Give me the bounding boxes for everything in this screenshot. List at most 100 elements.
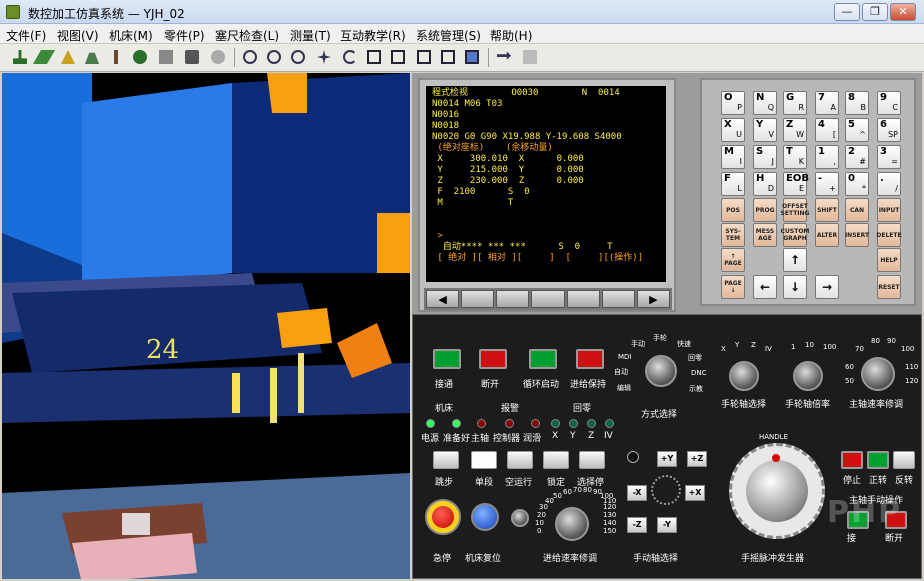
softkey-3[interactable] <box>531 290 565 308</box>
mdi-key-1[interactable]: 1, <box>815 145 839 169</box>
mdi-function-key[interactable]: CAN <box>845 198 869 222</box>
toolbar-gear-icon[interactable] <box>208 47 228 67</box>
spindle-ccw-button[interactable] <box>893 451 915 469</box>
mdi-key--[interactable]: - + <box>815 172 839 196</box>
mdi-key-9[interactable]: 9C <box>877 91 901 115</box>
mdi-key-z[interactable]: ZW <box>783 118 807 142</box>
spindle-stop-button[interactable] <box>841 451 863 469</box>
mdi-function-key[interactable]: INSERT <box>845 223 869 247</box>
jog-plus-x-button[interactable]: +X <box>685 485 705 501</box>
handwheel-rate-knob[interactable] <box>793 361 823 391</box>
jog-minus-x-button[interactable]: -X <box>627 485 647 501</box>
menu-measure[interactable]: 测量(T) <box>290 27 331 44</box>
menu-help[interactable]: 帮助(H) <box>490 27 532 44</box>
mdi-function-key[interactable]: ALTER <box>815 223 839 247</box>
mdi-key-3[interactable]: 3 = <box>877 145 901 169</box>
mdi-function-key[interactable]: CUSTOM GRAPH <box>781 223 809 247</box>
handwheel-dial[interactable] <box>729 443 825 539</box>
page-up-key[interactable]: ↑ PAGE <box>721 248 745 272</box>
toolbar-machine-icon[interactable] <box>156 47 176 67</box>
mdi-key-h[interactable]: HD <box>753 172 777 196</box>
toolbar-switch-icon[interactable] <box>494 47 514 67</box>
mdi-key-0[interactable]: 0 * <box>845 172 869 196</box>
toolbar-zoom-window-icon[interactable] <box>240 47 260 67</box>
spindle-rate-knob[interactable] <box>861 357 895 391</box>
maximize-button[interactable]: ❐ <box>862 3 888 21</box>
mdi-key-eob[interactable]: EOB E <box>783 172 809 196</box>
3d-viewport[interactable]: 24 <box>2 73 410 579</box>
mdi-key-g[interactable]: GR <box>783 91 807 115</box>
menu-system[interactable]: 系统管理(S) <box>416 27 481 44</box>
mdi-key-5[interactable]: 5 ^ <box>845 118 869 142</box>
jog-plus-z-button[interactable]: +Z <box>687 451 707 467</box>
feed-rate-knob[interactable] <box>555 507 589 541</box>
toolbar-target-icon[interactable] <box>130 47 150 67</box>
cursor-right-key[interactable]: → <box>815 275 839 299</box>
power-off-button[interactable] <box>479 349 507 369</box>
cursor-up-key[interactable]: ↑ <box>783 248 807 272</box>
softkey-1[interactable] <box>461 290 495 308</box>
mdi-function-key[interactable]: DELETE <box>876 223 902 247</box>
jog-minus-z-button[interactable]: -Z <box>627 517 647 533</box>
menu-part[interactable]: 零件(P) <box>164 27 205 44</box>
spindle-cw-button[interactable] <box>867 451 889 469</box>
toolbar-tool-icon[interactable] <box>106 47 126 67</box>
mode-select-knob[interactable] <box>645 355 677 387</box>
toolbar-stock-icon[interactable] <box>58 47 78 67</box>
softkey-4[interactable] <box>566 290 600 308</box>
toolbar-pan-icon[interactable] <box>314 47 334 67</box>
menu-view[interactable]: 视图(V) <box>57 27 99 44</box>
mdi-key-m[interactable]: MI <box>721 145 745 169</box>
toolbar-view-iso-icon[interactable] <box>364 47 384 67</box>
page-down-key[interactable]: PAGE ↓ <box>721 275 745 299</box>
mdi-key-f[interactable]: FL <box>721 172 745 196</box>
toolbar-select-icon[interactable] <box>10 47 30 67</box>
menu-feeler[interactable]: 塞尺检查(L) <box>215 27 279 44</box>
mdi-key-2[interactable]: 2 # <box>845 145 869 169</box>
jog-minus-y-button[interactable]: -Y <box>657 517 677 533</box>
mdi-function-key[interactable]: SHIFT <box>815 198 839 222</box>
jog-plus-y-button[interactable]: +Y <box>657 451 677 467</box>
mdi-key-.[interactable]: . / <box>877 172 901 196</box>
mdi-key-t[interactable]: TK <box>783 145 807 169</box>
toolbar-panel-icon[interactable] <box>462 47 482 67</box>
mdi-key-x[interactable]: XU <box>721 118 745 142</box>
menu-file[interactable]: 文件(F) <box>6 27 46 44</box>
reset-key[interactable]: RESET <box>877 275 901 299</box>
cursor-left-key[interactable]: ← <box>753 275 777 299</box>
mdi-function-key[interactable]: INPUT <box>877 198 901 222</box>
handwheel-axis-knob[interactable] <box>729 361 759 391</box>
mdi-key-8[interactable]: 8B <box>845 91 869 115</box>
menu-machine[interactable]: 机床(M) <box>109 27 153 44</box>
toolbar-fixture-icon[interactable] <box>82 47 102 67</box>
feed-hold-button[interactable] <box>576 349 604 369</box>
skip-button[interactable] <box>433 451 459 469</box>
help-key[interactable]: HELP <box>877 248 901 272</box>
toolbar-zoom-in-icon[interactable] <box>264 47 284 67</box>
toolbar-view-front-icon[interactable] <box>388 47 408 67</box>
toolbar-zoom-out-icon[interactable] <box>288 47 308 67</box>
single-block-button[interactable] <box>471 451 497 469</box>
toolbar-view-side-icon[interactable] <box>438 47 458 67</box>
softkey-left[interactable]: ◀ <box>426 290 460 308</box>
toolbar-view-top-icon[interactable] <box>414 47 434 67</box>
mdi-function-key[interactable]: PROG <box>753 198 777 222</box>
lock-button[interactable] <box>543 451 569 469</box>
softkey-right[interactable]: ▶ <box>636 290 670 308</box>
close-button[interactable]: ✕ <box>890 3 916 21</box>
mdi-key-n[interactable]: NQ <box>753 91 777 115</box>
machine-reset-button[interactable] <box>471 503 499 531</box>
mdi-key-4[interactable]: 4[ <box>815 118 839 142</box>
softkey-2[interactable] <box>496 290 530 308</box>
mdi-key-s[interactable]: SJ <box>753 145 777 169</box>
cursor-down-key[interactable]: ↓ <box>783 275 807 299</box>
softkey-5[interactable] <box>601 290 635 308</box>
mdi-key-6[interactable]: 6 SP <box>877 118 901 142</box>
mdi-key-o[interactable]: OP <box>721 91 745 115</box>
cycle-start-button[interactable] <box>529 349 557 369</box>
power-on-button[interactable] <box>433 349 461 369</box>
toolbar-eraser-icon[interactable] <box>32 47 56 67</box>
mdi-function-key[interactable]: SYS- TEM <box>721 223 745 247</box>
mdi-key-y[interactable]: YV <box>753 118 777 142</box>
mdi-key-7[interactable]: 7A <box>815 91 839 115</box>
